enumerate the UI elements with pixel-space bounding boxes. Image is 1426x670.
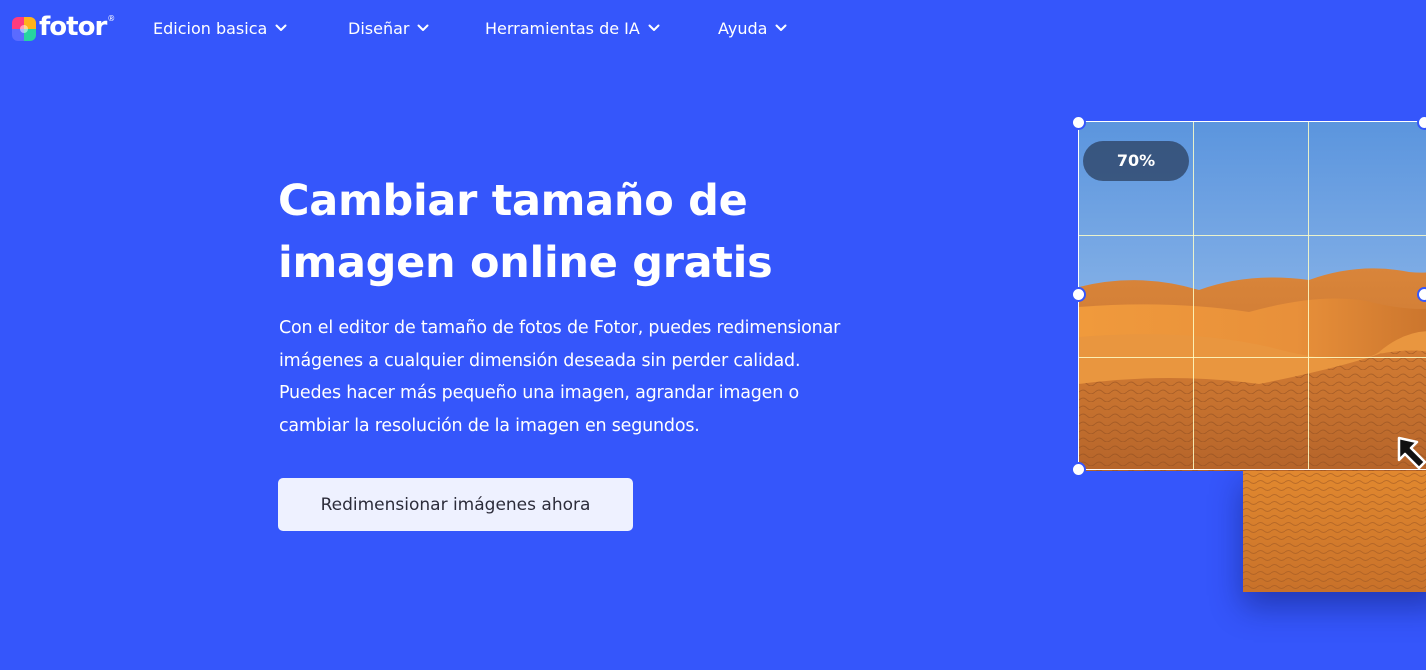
nav-item-herramientas-ia[interactable]: Herramientas de IA — [485, 16, 660, 40]
logo-text: fotor — [39, 12, 107, 42]
crop-guide-line — [1308, 122, 1309, 470]
resize-percent-badge: 70% — [1083, 141, 1189, 181]
nav-item-edicion-basica[interactable]: Edicion basica — [153, 16, 287, 40]
fotor-logo[interactable]: fotor ® — [12, 12, 115, 46]
resize-handle-middle-right[interactable] — [1417, 287, 1426, 302]
nav-item-label: Edicion basica — [153, 18, 268, 38]
fotor-logo-icon — [12, 17, 36, 41]
registered-mark: ® — [107, 14, 116, 23]
title-line-1: Cambiar tamaño de — [278, 176, 748, 226]
nav-item-label: Ayuda — [718, 18, 768, 38]
page-title: Cambiar tamaño de imagen online gratis — [278, 170, 838, 294]
resize-handle-top-right[interactable] — [1417, 115, 1426, 130]
chevron-down-icon — [648, 24, 660, 31]
chevron-down-icon — [775, 24, 787, 31]
hero-description: Con el editor de tamaño de fotos de Foto… — [279, 312, 919, 442]
resized-photo-preview — [1243, 470, 1426, 592]
resize-handle-top-left[interactable] — [1071, 115, 1086, 130]
crop-guide-line — [1193, 122, 1194, 470]
crop-guide-line — [1079, 235, 1426, 236]
resize-images-now-button[interactable]: Redimensionar imágenes ahora — [278, 478, 633, 531]
description-line: Puedes hacer más pequeño una imagen, agr… — [279, 383, 799, 403]
resize-arrow-icon — [1397, 436, 1426, 470]
description-line: Con el editor de tamaño de fotos de Foto… — [279, 318, 841, 338]
page: fotor ® Edicion basica Diseñar Herramien… — [0, 0, 1426, 670]
crop-guide-line — [1079, 357, 1426, 358]
nav-item-label: Herramientas de IA — [485, 18, 640, 38]
resize-handle-bottom-left[interactable] — [1071, 462, 1086, 477]
description-line: cambiar la resolución de la imagen en se… — [279, 415, 700, 436]
top-navbar: fotor ® Edicion basica Diseñar Herramien… — [0, 0, 1426, 56]
desert-dunes-photo — [1243, 470, 1426, 592]
nav-item-disenar[interactable]: Diseñar — [348, 16, 429, 40]
chevron-down-icon — [275, 24, 287, 31]
nav-item-ayuda[interactable]: Ayuda — [718, 16, 787, 40]
title-line-2: imagen online gratis — [278, 238, 773, 288]
resize-handle-middle-left[interactable] — [1071, 287, 1086, 302]
nav-item-label: Diseñar — [348, 18, 410, 38]
description-line: imágenes a cualquier dimensión deseada s… — [279, 350, 801, 371]
chevron-down-icon — [417, 24, 429, 31]
